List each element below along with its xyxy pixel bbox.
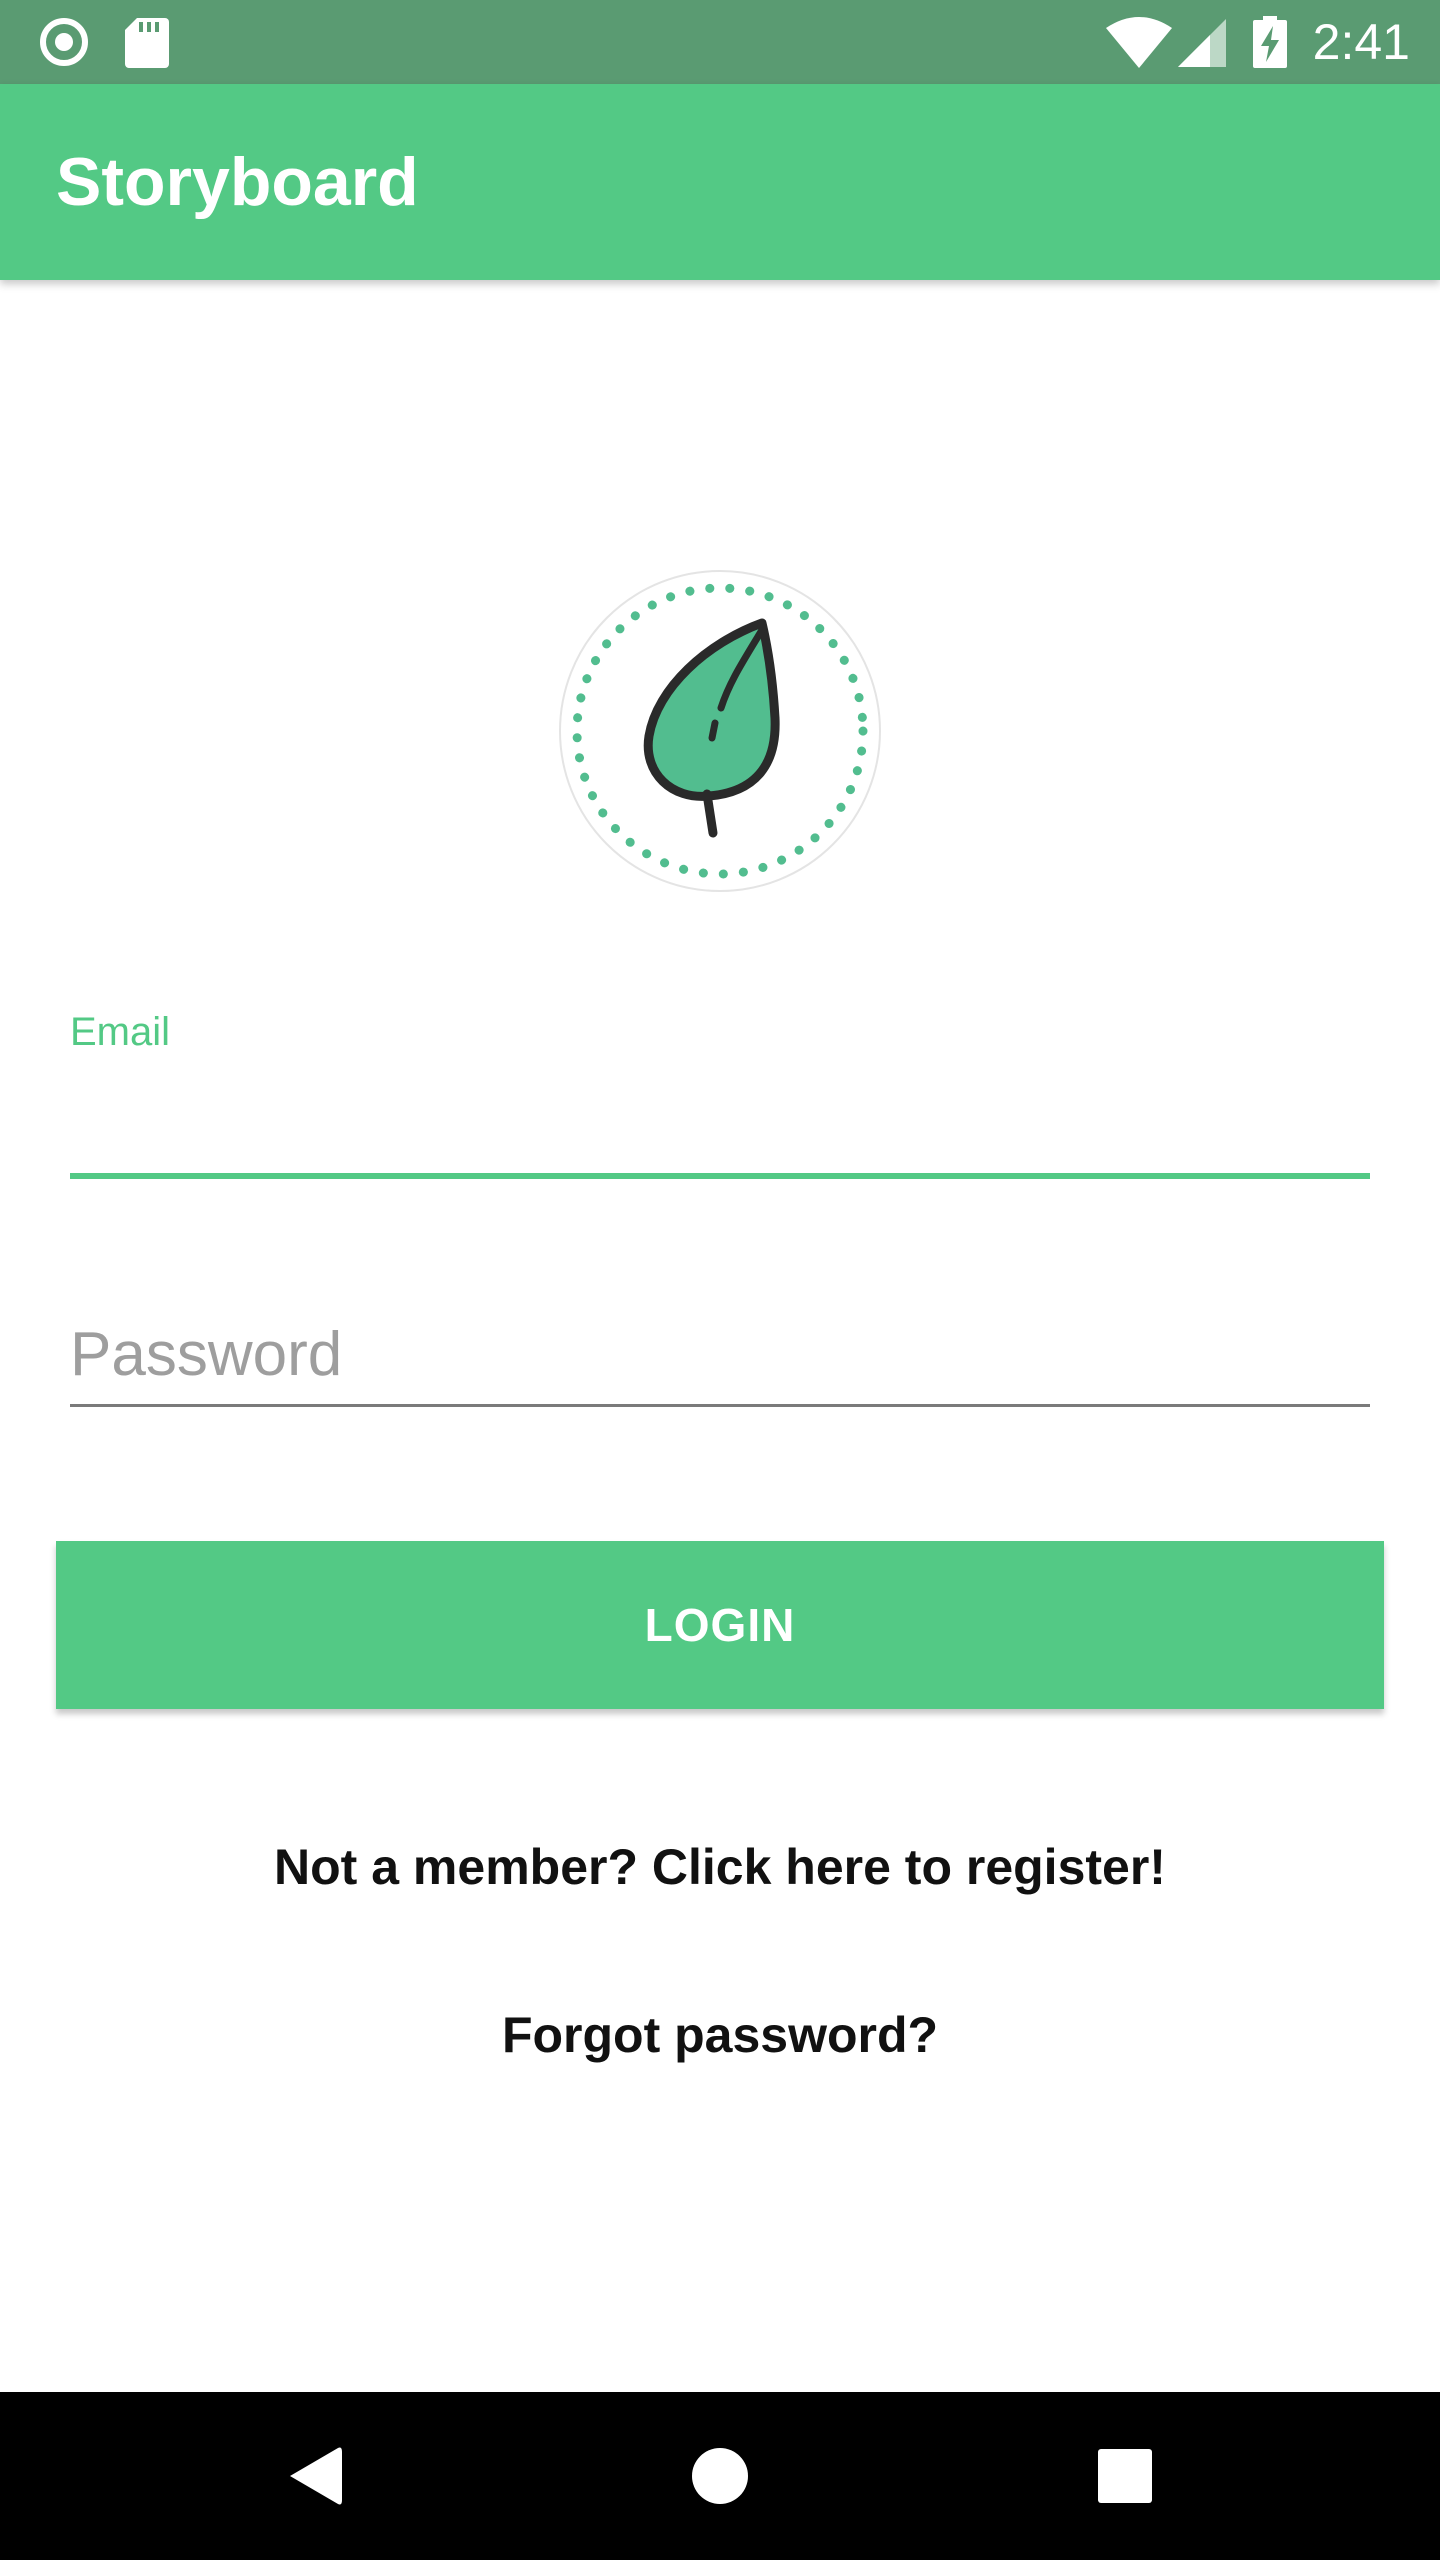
email-label: Email [70,1010,171,1054]
email-underline [70,1173,1370,1179]
status-time: 2:41 [1312,14,1410,70]
sd-card-icon [124,0,170,84]
email-input[interactable] [70,1082,1370,1172]
cell-signal-icon [1176,0,1228,84]
app-bar: Storyboard [0,84,1440,280]
email-field: Email [70,1000,1370,1182]
home-icon[interactable] [640,2392,800,2560]
wifi-icon [1104,0,1174,84]
back-icon[interactable] [236,2392,396,2560]
register-link[interactable]: Not a member? Click here to register! [0,1832,1440,1902]
password-input[interactable] [70,1304,1370,1404]
status-bar: 2:41 [0,0,1440,84]
recents-icon[interactable] [1045,2392,1205,2560]
app-title: Storyboard [56,144,419,220]
nav-bar [0,2392,1440,2560]
login-screen: 2:41 Storyboard Email LOGIN Not a member… [0,0,1440,2560]
password-underline [70,1404,1370,1407]
forgot-password-link[interactable]: Forgot password? [0,2000,1440,2070]
battery-charging-icon [1252,0,1288,84]
login-button[interactable]: LOGIN [56,1541,1384,1709]
leaf-logo-icon [557,568,883,894]
record-icon [36,0,92,84]
password-field [70,1300,1370,1410]
